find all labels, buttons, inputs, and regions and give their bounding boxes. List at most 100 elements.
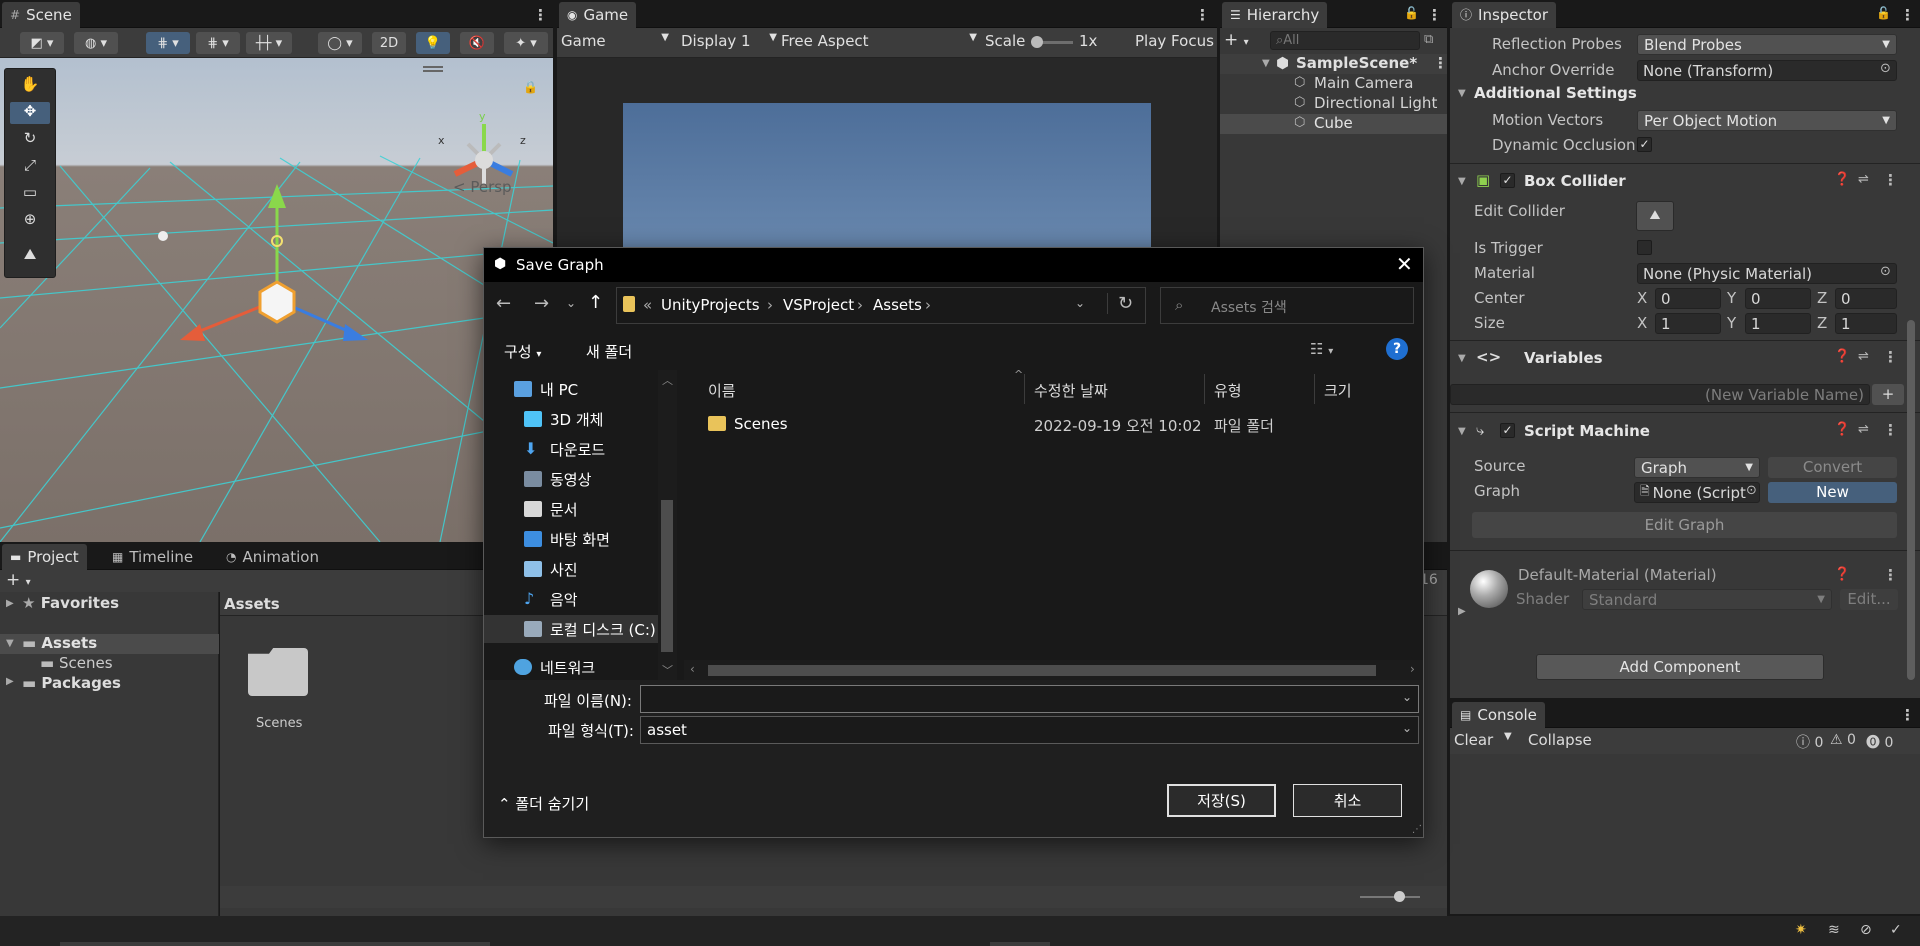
hierarchy-item[interactable]: ⬡ Directional Light <box>1220 94 1447 114</box>
info-count[interactable]: ⓘ 0 <box>1796 732 1823 752</box>
component-menu-icon[interactable]: ⋮ <box>1883 566 1898 584</box>
folder-icon[interactable] <box>248 648 308 696</box>
nav-item-videos[interactable]: 동영상 <box>524 465 704 493</box>
column-date[interactable]: 수정한 날짜 <box>1034 380 1108 401</box>
cancel-button[interactable]: 취소 <box>1293 784 1402 817</box>
toggle-2d-button[interactable]: 2D <box>372 32 406 54</box>
play-focus-dropdown[interactable]: Play Focus <box>1135 32 1217 50</box>
save-button[interactable]: 저장(S) <box>1167 784 1276 817</box>
refresh-icon[interactable]: ↻ <box>1107 293 1133 314</box>
filetype-select[interactable]: asset ⌄ <box>640 716 1419 744</box>
lock-icon[interactable]: 🔓 <box>1404 6 1419 20</box>
column-type[interactable]: 유형 <box>1214 380 1242 401</box>
scene-viewport[interactable]: y x z < Persp 🔒 ✋ ✥ ↻ ⤢ ▭ ⊕ ⛰ <box>0 58 553 542</box>
overlay-menu-icon[interactable] <box>423 66 443 72</box>
ruler-icon[interactable]: ┼┼ ▾ <box>246 32 292 54</box>
nav-item-music[interactable]: ♪ 음악 <box>524 585 704 613</box>
move-tool-icon[interactable]: ✥ <box>10 102 50 124</box>
back-icon[interactable]: ← <box>496 293 511 314</box>
shader-dropdown[interactable]: Standard ▼ <box>1582 589 1832 610</box>
console-menu-icon[interactable]: ⋮ <box>1900 706 1915 724</box>
scene-menu-icon[interactable]: ⋮ <box>533 6 548 24</box>
h-scroll-thumb[interactable] <box>708 665 1376 676</box>
help-icon[interactable]: ❓ <box>1834 422 1850 437</box>
nav-scroll-thumb[interactable] <box>661 500 673 652</box>
nav-item-documents[interactable]: 문서 <box>524 495 704 523</box>
collab-icon[interactable]: ✓ <box>1890 922 1902 938</box>
scene-row[interactable]: ▼ ⬢ SampleScene* ⋮ <box>1220 54 1448 74</box>
tab-inspector[interactable]: ⓘ Inspector <box>1452 2 1556 28</box>
help-icon[interactable]: ❓ <box>1834 349 1850 364</box>
preset-icon[interactable]: ⇌ <box>1858 172 1869 187</box>
transform-gizmo[interactable] <box>180 184 368 341</box>
filename-input[interactable]: ⌄ <box>640 685 1419 713</box>
column-size[interactable]: 크기 <box>1324 380 1352 401</box>
tab-animation[interactable]: ◔ Animation <box>218 544 327 570</box>
tab-scene[interactable]: # Scene <box>2 2 80 28</box>
help-icon[interactable]: ❓ <box>1834 172 1850 187</box>
edit-shader-button[interactable]: Edit... <box>1840 589 1898 610</box>
clear-options-dropdown[interactable]: ▼ <box>1504 731 1512 742</box>
draw-mode-dropdown[interactable]: ◩ ▾ <box>20 32 64 54</box>
scene-menu-icon[interactable]: ⋮ <box>1433 54 1448 72</box>
preset-icon[interactable]: ⇌ <box>1858 422 1869 437</box>
persp-label[interactable]: < Persp <box>453 178 512 196</box>
tab-game[interactable]: ◉ Game <box>559 2 637 28</box>
path-bar[interactable]: « UnityProjects › VSProject › Assets › ⌄… <box>616 287 1146 324</box>
new-folder-button[interactable]: 새 폴더 <box>586 341 632 362</box>
clear-button[interactable]: Clear <box>1454 731 1493 749</box>
forward-icon[interactable]: → <box>534 293 549 314</box>
close-icon[interactable]: ✕ <box>1396 252 1413 276</box>
column-name[interactable]: 이름 <box>708 380 736 401</box>
motion-vectors-dropdown[interactable]: Per Object Motion ▼ <box>1637 110 1897 131</box>
path-segment[interactable]: Assets <box>873 296 922 314</box>
globe-icon[interactable]: ◍ ▾ <box>74 32 118 54</box>
component-menu-icon[interactable]: ⋮ <box>1883 171 1898 189</box>
collapse-button[interactable]: Collapse <box>1528 731 1592 749</box>
orientation-gizmo[interactable] <box>453 124 514 184</box>
help-icon[interactable]: ? <box>1386 338 1408 360</box>
size-y-field[interactable]: 1 <box>1745 313 1811 334</box>
create-asset-button[interactable]: + ▾ <box>6 570 31 590</box>
file-row[interactable]: Scenes 2022-09-19 오전 10:02 파일 폴더 <box>684 410 1423 438</box>
object-picker-icon[interactable]: ⊙ <box>1880 61 1891 76</box>
lock-icon[interactable]: 🔓 <box>1876 6 1891 20</box>
lock-icon[interactable]: 🔒 <box>523 80 538 94</box>
cache-server-icon[interactable]: ≋ <box>1828 922 1840 938</box>
rect-tool-icon[interactable]: ▭ <box>10 183 50 205</box>
audio-icon[interactable]: 🔇 <box>460 32 494 54</box>
hand-tool-icon[interactable]: ✋ <box>10 75 50 97</box>
new-graph-button[interactable]: New <box>1768 482 1897 503</box>
tree-item-packages[interactable]: ▬ Packages <box>22 674 121 692</box>
hierarchy-item[interactable]: ⬡ Main Camera <box>1220 74 1447 94</box>
resize-grip-icon[interactable]: ⋰ <box>1412 824 1422 835</box>
center-x-field[interactable]: 0 <box>1655 288 1721 309</box>
anchor-override-field[interactable]: None (Transform) <box>1637 60 1897 81</box>
nav-item-local-disk[interactable]: 로컬 디스크 (C:) <box>484 615 659 643</box>
preset-icon[interactable]: ⇌ <box>1858 349 1869 364</box>
aspect-dropdown[interactable]: Free Aspect ▼ <box>781 32 977 50</box>
nav-scrollbar[interactable]: ︿ ﹀ <box>658 370 677 680</box>
path-segment[interactable]: VSProject <box>783 296 854 314</box>
nav-item-desktop[interactable]: 바탕 화면 <box>524 525 704 553</box>
size-z-field[interactable]: 1 <box>1835 313 1897 334</box>
display-dropdown[interactable]: Display 1 ▼ <box>681 32 777 50</box>
box-collider-enabled-checkbox[interactable]: ✓ <box>1500 173 1515 188</box>
organize-button[interactable]: 구성 ▾ <box>504 341 541 362</box>
hierarchy-menu-icon[interactable]: ⋮ <box>1427 6 1442 24</box>
grid-snap-icon[interactable]: ⋕ ▾ <box>146 32 190 54</box>
hierarchy-search-input[interactable]: ⌕ All <box>1270 31 1420 50</box>
recent-dropdown-icon[interactable]: ⌄ <box>566 296 576 310</box>
physic-material-field[interactable]: None (Physic Material) <box>1637 263 1897 284</box>
new-variable-name-input[interactable]: (New Variable Name) <box>1450 384 1870 405</box>
object-picker-icon[interactable]: ⊙ <box>1880 264 1891 279</box>
warning-count[interactable]: ⚠ 0 <box>1830 732 1856 748</box>
favorites-foldout[interactable]: ★ Favorites <box>22 594 119 612</box>
tab-console[interactable]: ▤ Console <box>1452 702 1545 728</box>
center-y-field[interactable]: 0 <box>1745 288 1811 309</box>
source-dropdown[interactable]: Graph ▼ <box>1634 457 1760 478</box>
search-filter-icon[interactable]: ⧉ <box>1424 32 1433 47</box>
additional-settings-foldout[interactable]: Additional Settings <box>1474 84 1637 102</box>
hierarchy-item[interactable]: ⬡ Cube <box>1220 114 1447 134</box>
convert-button[interactable]: Convert <box>1768 457 1897 478</box>
